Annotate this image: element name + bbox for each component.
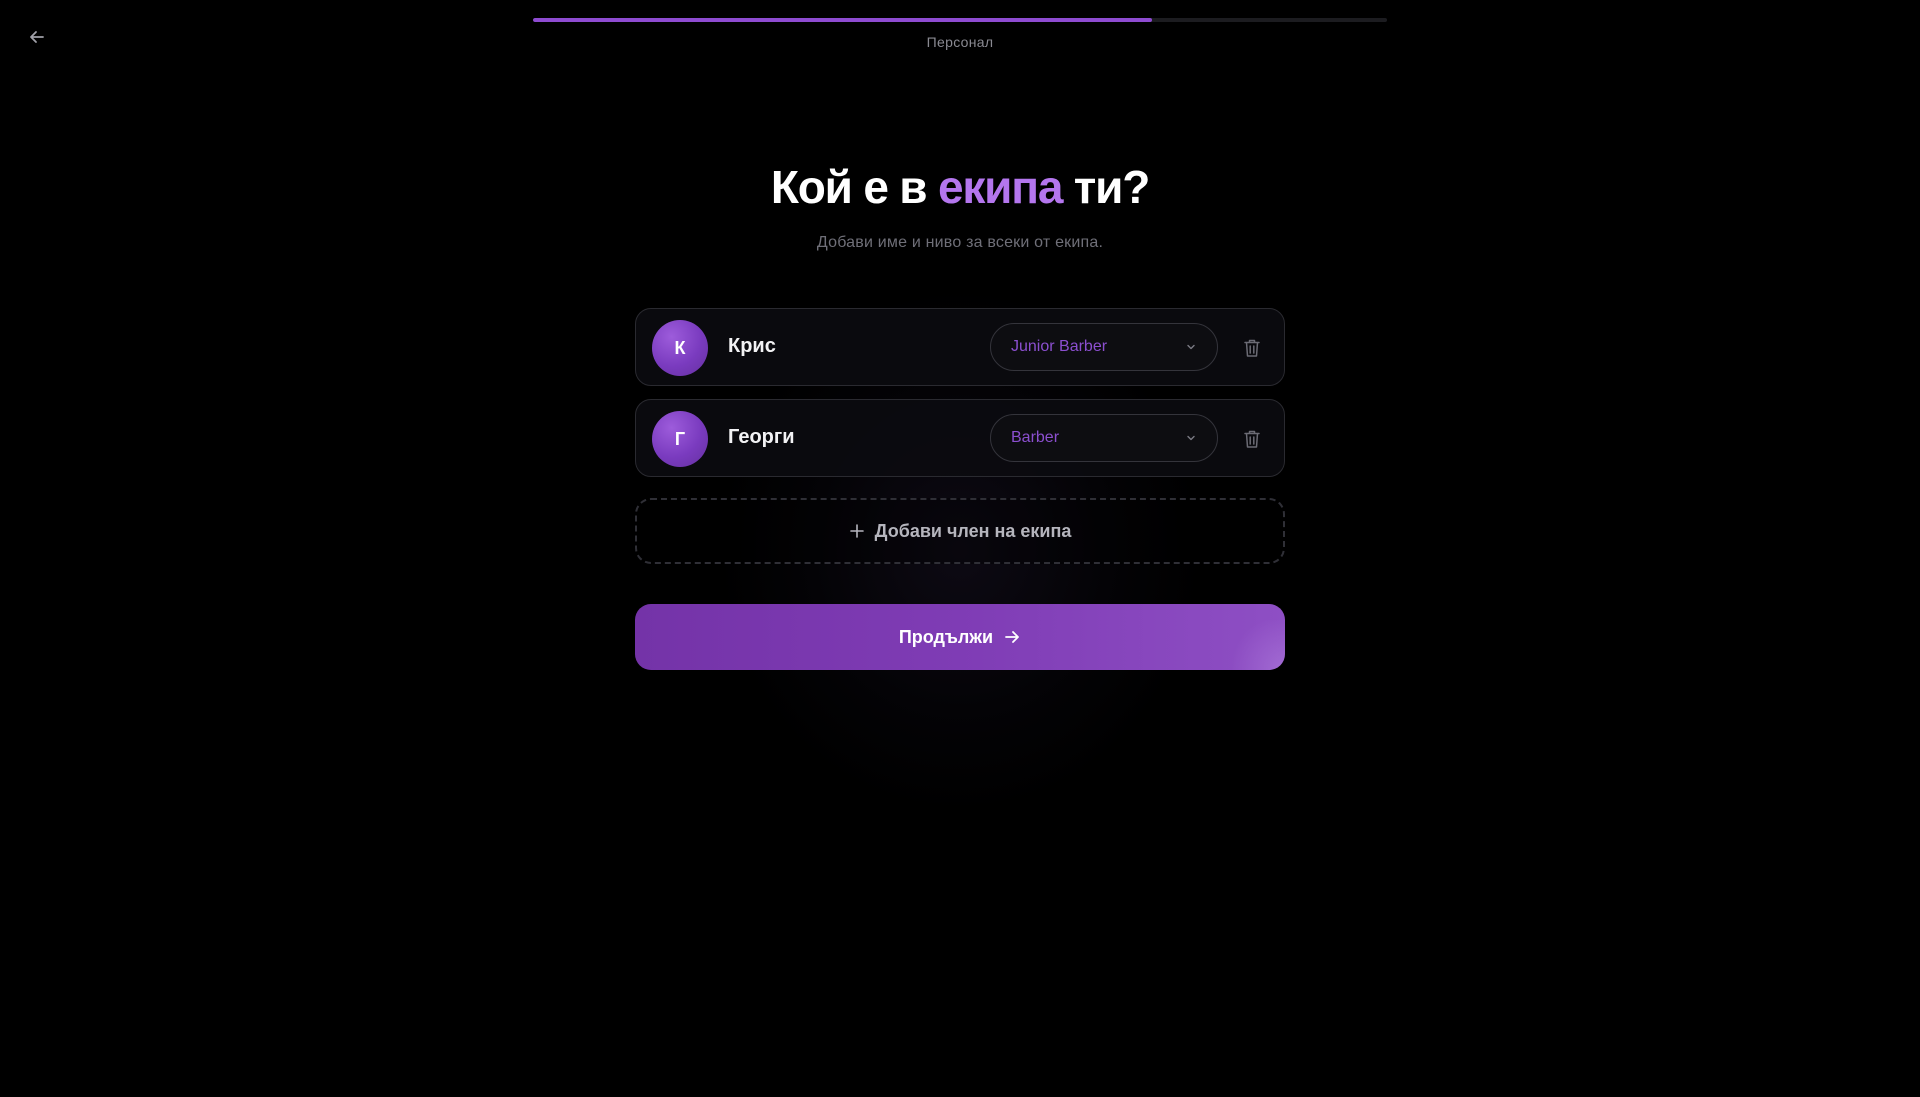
arrow-right-icon xyxy=(1003,628,1021,646)
continue-label: Продължи xyxy=(898,626,994,647)
avatar: К xyxy=(652,320,708,376)
team-member-row: К Крис Junior Barber xyxy=(635,308,1285,386)
arrow-left-icon xyxy=(30,31,44,43)
avatar: Г xyxy=(652,411,708,467)
role-select-value: Barber xyxy=(1011,429,1060,446)
role-select[interactable]: Junior Barber xyxy=(990,323,1218,371)
delete-member-button[interactable] xyxy=(1240,427,1264,451)
back-button[interactable] xyxy=(22,22,52,52)
title-text-end: ти? xyxy=(1062,161,1151,213)
role-select-value: Junior Barber xyxy=(1011,338,1108,355)
title-text: Кой е в xyxy=(770,161,938,213)
member-name[interactable]: Крис xyxy=(728,335,776,358)
add-member-button[interactable]: Добави член на екипа xyxy=(635,498,1285,564)
progress-bar xyxy=(533,18,1387,22)
continue-button[interactable]: Продължи xyxy=(635,604,1285,670)
role-select[interactable]: Barber xyxy=(990,414,1218,462)
button-sheen xyxy=(1225,620,1285,670)
title-accent: екипа xyxy=(937,161,1063,213)
plus-icon xyxy=(849,524,864,538)
chevron-down-icon xyxy=(1185,432,1197,444)
page-subtitle: Добави име и ниво за всеки от екипа. xyxy=(816,234,1104,251)
add-member-label: Добави член на екипа xyxy=(874,520,1072,541)
team-member-row: Г Георги Barber xyxy=(635,399,1285,477)
progress-bar-fill xyxy=(533,18,1153,22)
page-title: Кой е в екипа ти? xyxy=(560,160,1360,214)
delete-member-button[interactable] xyxy=(1240,336,1264,360)
member-name[interactable]: Георги xyxy=(728,426,795,449)
onboarding-team-page: Персонал Кой е в екипа ти? Добави име и … xyxy=(0,0,1920,1097)
chevron-down-icon xyxy=(1185,341,1197,353)
trash-icon xyxy=(1244,339,1260,357)
step-label: Персонал xyxy=(926,34,994,50)
trash-icon xyxy=(1244,430,1260,448)
